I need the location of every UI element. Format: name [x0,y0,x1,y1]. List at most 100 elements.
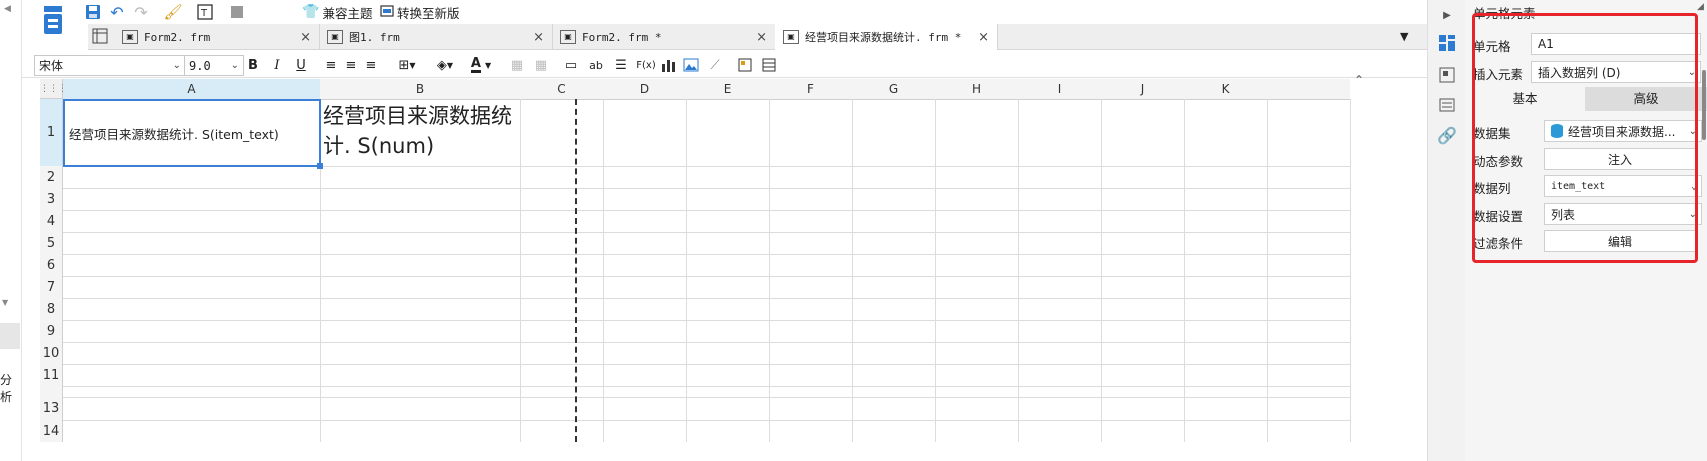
cell-attribute-icon[interactable] [1438,66,1456,84]
tab-menu-icon[interactable]: ▼ [1400,30,1414,44]
row-header-13[interactable]: 13 [40,397,63,421]
row-header-2[interactable]: 2 [40,166,63,189]
cell-a1[interactable]: 经营项目来源数据统计. S(item_text) [63,99,321,167]
compat-theme-button[interactable]: 👕 兼容主题 [302,2,372,22]
font-color-icon[interactable]: A ▼ [466,56,496,74]
chevron-down-icon: ⌄ [172,60,181,71]
row-header-8[interactable]: 8 [40,298,63,321]
tab-form2-modified[interactable]: ▣ Form2. frm * × [552,24,776,50]
align-center-icon[interactable]: ≡ [342,56,360,74]
tab-close-icon[interactable]: × [756,30,767,45]
row-header-1[interactable]: 1 [40,99,63,167]
row-header-7[interactable]: 7 [40,276,63,299]
scroll-up-icon[interactable]: ⌃ [1354,73,1368,87]
collapse-right-icon[interactable]: ▶ [1438,6,1456,24]
column-header-g[interactable]: G [852,79,936,100]
grid-template-icon[interactable] [92,28,110,46]
fill-color-icon[interactable]: ◈ ▼ [430,56,460,74]
svg-text:T: T [200,8,208,19]
form-file-icon: ▣ [327,30,343,44]
row-header-3[interactable]: 3 [40,188,63,211]
column-header-f[interactable]: F [769,79,853,100]
ab-text-button[interactable]: ab [586,56,606,74]
save-icon[interactable] [84,3,102,21]
tab-report-stats-label: 经营项目来源数据统计. frm * [805,31,962,44]
underline-button[interactable]: U [292,56,310,74]
column-header-h[interactable]: H [935,79,1019,100]
highlight-box [1472,13,1698,263]
tab-close-icon[interactable]: × [978,30,989,45]
format-bar: 宋体 ⌄ 9.0 ⌄ B I U ≡ ≡ ≡ ⊞ ▼ ◈ ▼ A ▼ ▦ ▦ ▭ … [22,51,1427,78]
shirt-icon: 👕 [302,4,320,20]
bold-button[interactable]: B [244,56,262,74]
row-header-10[interactable]: 10 [40,342,63,365]
cell-element-icon[interactable] [1438,34,1456,52]
text-frame-icon[interactable]: T [196,3,214,21]
column-header-j[interactable]: J [1101,79,1185,100]
widget-settings-icon[interactable] [1438,96,1456,114]
grid-line [63,342,1350,343]
column-header-b[interactable]: B [320,79,521,100]
row-header-5[interactable]: 5 [40,232,63,255]
tab-close-icon[interactable]: × [533,30,544,45]
wrap-text-icon[interactable]: ☰ [612,56,630,74]
tab-close-icon[interactable]: × [300,30,311,45]
grid-line [63,188,1350,189]
align-left-icon[interactable]: ≡ [322,56,340,74]
tab-form2[interactable]: ▣ Form2. frm × [114,24,320,50]
grid-line [520,99,521,442]
form-file-icon: ▣ [783,30,799,44]
align-right-icon[interactable]: ≡ [362,56,380,74]
form-file-icon: ▣ [122,30,138,44]
convert-version-button[interactable]: 转换至新版 [380,2,460,22]
merge-cells-icon: ▦ [510,57,524,73]
grid-line [603,99,604,442]
diagonal-line-icon[interactable]: ⟋ [706,56,724,74]
tab-form2-label: Form2. frm [144,30,211,44]
column-header-a[interactable]: A [63,79,321,100]
column-header-i[interactable]: I [1018,79,1102,100]
new-template-icon[interactable] [42,6,64,34]
table-attr-icon[interactable] [760,56,778,74]
format-painter-icon[interactable]: 🖌 [163,3,182,21]
cell-b1[interactable]: 经营项目来源数据统计. S(num) [323,101,519,165]
tab-report-stats[interactable]: ▣ 经营项目来源数据统计. frm * × [775,24,998,50]
text-field-icon[interactable]: ▭ [562,56,580,74]
grid-line [1267,99,1268,442]
column-header-d[interactable]: D [603,79,687,100]
column-header-e[interactable]: E [686,79,770,100]
collapse-left-icon[interactable]: ◀ [4,4,16,16]
undo-icon[interactable]: ↶ [108,3,126,22]
selected-item-bar[interactable] [0,323,20,349]
border-icon[interactable]: ⊞ ▼ [392,56,422,74]
formula-button[interactable]: F(x) [634,56,658,74]
left-partial-label: 分析 [0,373,13,404]
select-all-corner[interactable]: ⋮⋮⋮ [40,79,67,99]
column-header-blank [1267,79,1350,100]
disabled-tool-icon [228,3,246,21]
tab-figure1-label: 图1. frm [349,31,400,44]
font-family-value: 宋体 [39,59,64,73]
tab-bar: ▣ Form2. frm × ▣ 图1. frm × ▣ Form2. frm … [88,24,1427,50]
redo-icon[interactable]: ↷ [132,3,150,22]
tab-figure1[interactable]: ▣ 图1. frm × [319,24,553,50]
row-header-9[interactable]: 9 [40,320,63,343]
row-header-6[interactable]: 6 [40,254,63,277]
italic-button[interactable]: I [268,56,286,74]
hyperlink-icon[interactable]: 🔗 [1437,126,1457,145]
column-header-c[interactable]: C [520,79,604,100]
convert-version-label: 转换至新版 [397,5,460,21]
image-icon[interactable] [682,56,700,74]
panel-scrollbar[interactable] [1702,70,1706,140]
font-family-select[interactable]: 宋体 ⌄ [34,55,186,76]
scroll-down-icon[interactable]: ▼ [2,298,14,308]
column-header-k[interactable]: K [1184,79,1268,100]
row-header-11[interactable]: 11 [40,364,63,387]
font-size-select[interactable]: 9.0 ⌄ [184,55,244,76]
cell-attr-icon[interactable] [736,56,754,74]
row-header-14[interactable]: 14 [40,420,63,442]
row-header-4[interactable]: 4 [40,210,63,233]
chart-icon[interactable] [660,56,678,74]
chevron-down-icon: ⌄ [230,60,239,71]
grid-line [63,254,1350,255]
